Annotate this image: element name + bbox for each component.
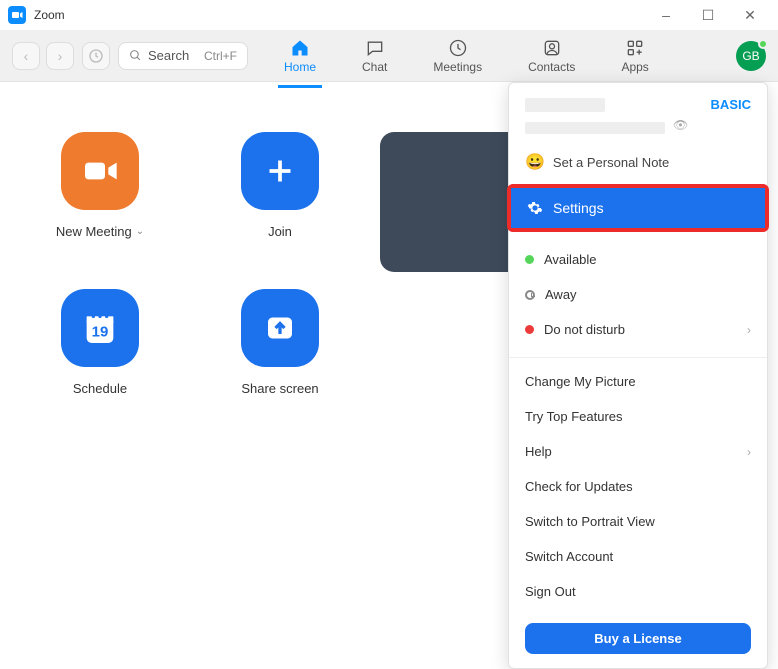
- tab-label: Home: [284, 60, 316, 74]
- history-button[interactable]: [82, 42, 110, 70]
- search-shortcut: Ctrl+F: [204, 49, 237, 63]
- status-dot-green: [525, 255, 534, 264]
- avatar[interactable]: GB: [736, 41, 766, 71]
- apps-icon: [625, 38, 645, 58]
- status-label: Do not disturb: [544, 322, 625, 337]
- chevron-right-icon: ›: [747, 323, 751, 337]
- tile-label: Share screen: [241, 381, 318, 396]
- tile-label: Schedule: [73, 381, 127, 396]
- nav-forward-button[interactable]: ›: [46, 42, 74, 70]
- chat-icon: [365, 38, 385, 58]
- search-placeholder: Search: [148, 48, 189, 63]
- new-meeting-tile[interactable]: New Meeting ⌄: [40, 132, 160, 239]
- link-label: Sign Out: [525, 584, 576, 599]
- user-email-redacted: [525, 122, 665, 134]
- window-title: Zoom: [34, 8, 654, 22]
- video-icon: [61, 132, 139, 210]
- tab-apps[interactable]: Apps: [615, 34, 654, 78]
- clock-icon: [448, 38, 468, 58]
- help-item[interactable]: Help ›: [509, 434, 767, 469]
- personal-note-label: Set a Personal Note: [553, 155, 669, 170]
- buy-license-label: Buy a License: [594, 631, 681, 646]
- personal-note-item[interactable]: 😀 Set a Personal Note: [509, 144, 767, 184]
- settings-item[interactable]: Settings: [511, 188, 765, 228]
- tab-label: Chat: [362, 60, 387, 74]
- smile-icon: 😀: [525, 152, 545, 172]
- presence-indicator: [758, 39, 768, 49]
- actions-pane: New Meeting ⌄ Join 19 Schedule: [0, 82, 380, 636]
- tab-chat[interactable]: Chat: [356, 34, 393, 78]
- profile-dropdown: BASIC 👁 😀 Set a Personal Note Settings A…: [508, 82, 768, 669]
- status-section: Available Away Do not disturb ›: [509, 232, 767, 358]
- tab-label: Meetings: [433, 60, 482, 74]
- status-label: Away: [545, 287, 577, 302]
- link-label: Try Top Features: [525, 409, 623, 424]
- user-info-block: BASIC 👁: [509, 83, 767, 144]
- sign-out-item[interactable]: Sign Out: [509, 574, 767, 609]
- switch-account-item[interactable]: Switch Account: [509, 539, 767, 574]
- maximize-button[interactable]: ☐: [696, 3, 720, 27]
- calendar-icon: 19: [61, 289, 139, 367]
- settings-highlight: Settings: [507, 184, 769, 232]
- chevron-right-icon: ›: [747, 445, 751, 459]
- tile-label: Join: [268, 224, 292, 239]
- share-screen-tile[interactable]: Share screen: [220, 289, 340, 396]
- user-name-redacted: [525, 98, 605, 112]
- settings-label: Settings: [553, 200, 604, 216]
- search-input[interactable]: Search Ctrl+F: [118, 42, 248, 70]
- tab-meetings[interactable]: Meetings: [427, 34, 488, 78]
- schedule-tile[interactable]: 19 Schedule: [40, 289, 160, 396]
- status-available[interactable]: Available: [509, 242, 767, 277]
- share-arrow-icon: [241, 289, 319, 367]
- tab-home[interactable]: Home: [278, 34, 322, 78]
- link-label: Switch Account: [525, 549, 613, 564]
- buy-license-button[interactable]: Buy a License: [525, 623, 751, 654]
- contacts-icon: [542, 38, 562, 58]
- link-label: Change My Picture: [525, 374, 636, 389]
- eye-icon[interactable]: 👁: [673, 118, 688, 132]
- tile-label: New Meeting: [56, 224, 132, 239]
- status-dnd[interactable]: Do not disturb ›: [509, 312, 767, 347]
- status-dot-red: [525, 325, 534, 334]
- plus-icon: [241, 132, 319, 210]
- link-label: Switch to Portrait View: [525, 514, 655, 529]
- change-picture-item[interactable]: Change My Picture: [509, 364, 767, 399]
- portrait-view-item[interactable]: Switch to Portrait View: [509, 504, 767, 539]
- nav-back-button[interactable]: ‹: [12, 42, 40, 70]
- title-bar: Zoom – ☐ ✕: [0, 0, 778, 30]
- chevron-down-icon[interactable]: ⌄: [136, 226, 144, 237]
- tab-contacts[interactable]: Contacts: [522, 34, 581, 78]
- home-icon: [290, 38, 310, 58]
- avatar-initials: GB: [742, 49, 759, 63]
- status-label: Available: [544, 252, 597, 267]
- link-label: Help: [525, 444, 552, 459]
- toolbar: ‹ › Search Ctrl+F Home Chat Meetings: [0, 30, 778, 82]
- join-tile[interactable]: Join: [220, 132, 340, 239]
- minimize-button[interactable]: –: [654, 3, 678, 27]
- svg-text:19: 19: [92, 323, 109, 340]
- status-clock-icon: [525, 290, 535, 300]
- close-button[interactable]: ✕: [738, 3, 762, 27]
- gear-icon: [527, 200, 543, 216]
- plan-badge: BASIC: [711, 97, 751, 112]
- zoom-app-icon: [8, 6, 26, 24]
- search-icon: [129, 49, 142, 62]
- check-updates-item[interactable]: Check for Updates: [509, 469, 767, 504]
- tab-label: Contacts: [528, 60, 575, 74]
- status-away[interactable]: Away: [509, 277, 767, 312]
- links-section: Change My Picture Try Top Features Help …: [509, 358, 767, 615]
- tab-label: Apps: [621, 60, 648, 74]
- try-top-features-item[interactable]: Try Top Features: [509, 399, 767, 434]
- link-label: Check for Updates: [525, 479, 633, 494]
